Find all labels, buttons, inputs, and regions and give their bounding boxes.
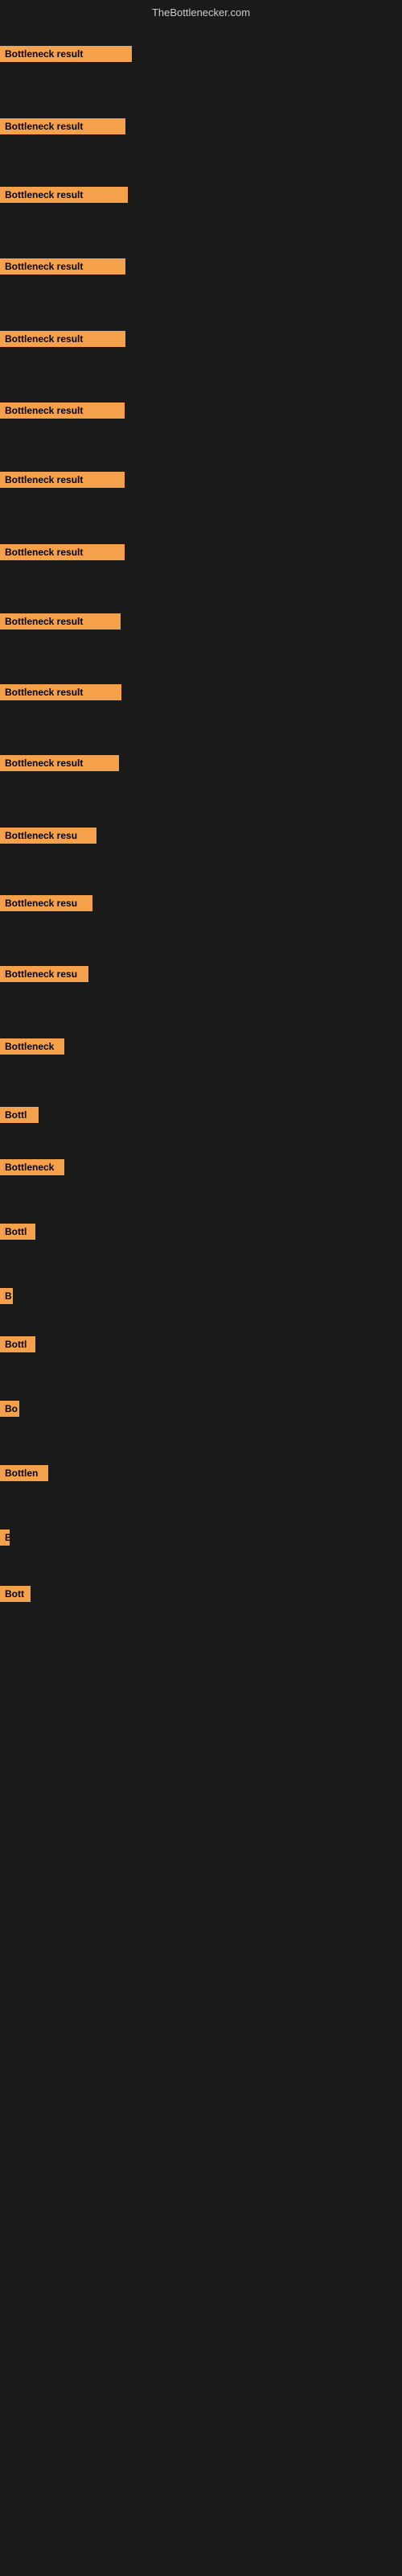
bottleneck-result-item: Bottlen [0,1465,48,1481]
bottleneck-result-item: Bottl [0,1224,35,1240]
bottleneck-result-item: Bottleneck resu [0,895,92,911]
bottleneck-result-item: Bottleneck result [0,684,121,700]
bottleneck-result-item: Bo [0,1401,19,1417]
bottleneck-result-item: Bottleneck resu [0,828,96,844]
bottleneck-result-item: Bott [0,1586,31,1602]
site-header: TheBottlenecker.com [0,0,402,22]
bottleneck-result-item: Bottleneck result [0,331,125,347]
bottleneck-result-item: B [0,1530,10,1546]
bottleneck-result-item: Bottl [0,1336,35,1352]
bottleneck-result-item: Bottleneck result [0,187,128,203]
bottleneck-result-item: Bottleneck result [0,613,121,630]
bottleneck-result-item: Bottleneck result [0,472,125,488]
bottleneck-result-item: Bottleneck result [0,755,119,771]
bottleneck-result-item: Bottleneck [0,1159,64,1175]
bottleneck-result-item: Bottleneck result [0,544,125,560]
bottleneck-result-item: Bottl [0,1107,39,1123]
bottleneck-result-item: B [0,1288,13,1304]
bottleneck-result-item: Bottleneck result [0,402,125,419]
bottleneck-result-item: Bottleneck [0,1038,64,1055]
bottleneck-result-item: Bottleneck result [0,46,132,62]
bottleneck-result-item: Bottleneck result [0,118,125,134]
bottleneck-result-item: Bottleneck result [0,258,125,275]
bottleneck-result-item: Bottleneck resu [0,966,88,982]
